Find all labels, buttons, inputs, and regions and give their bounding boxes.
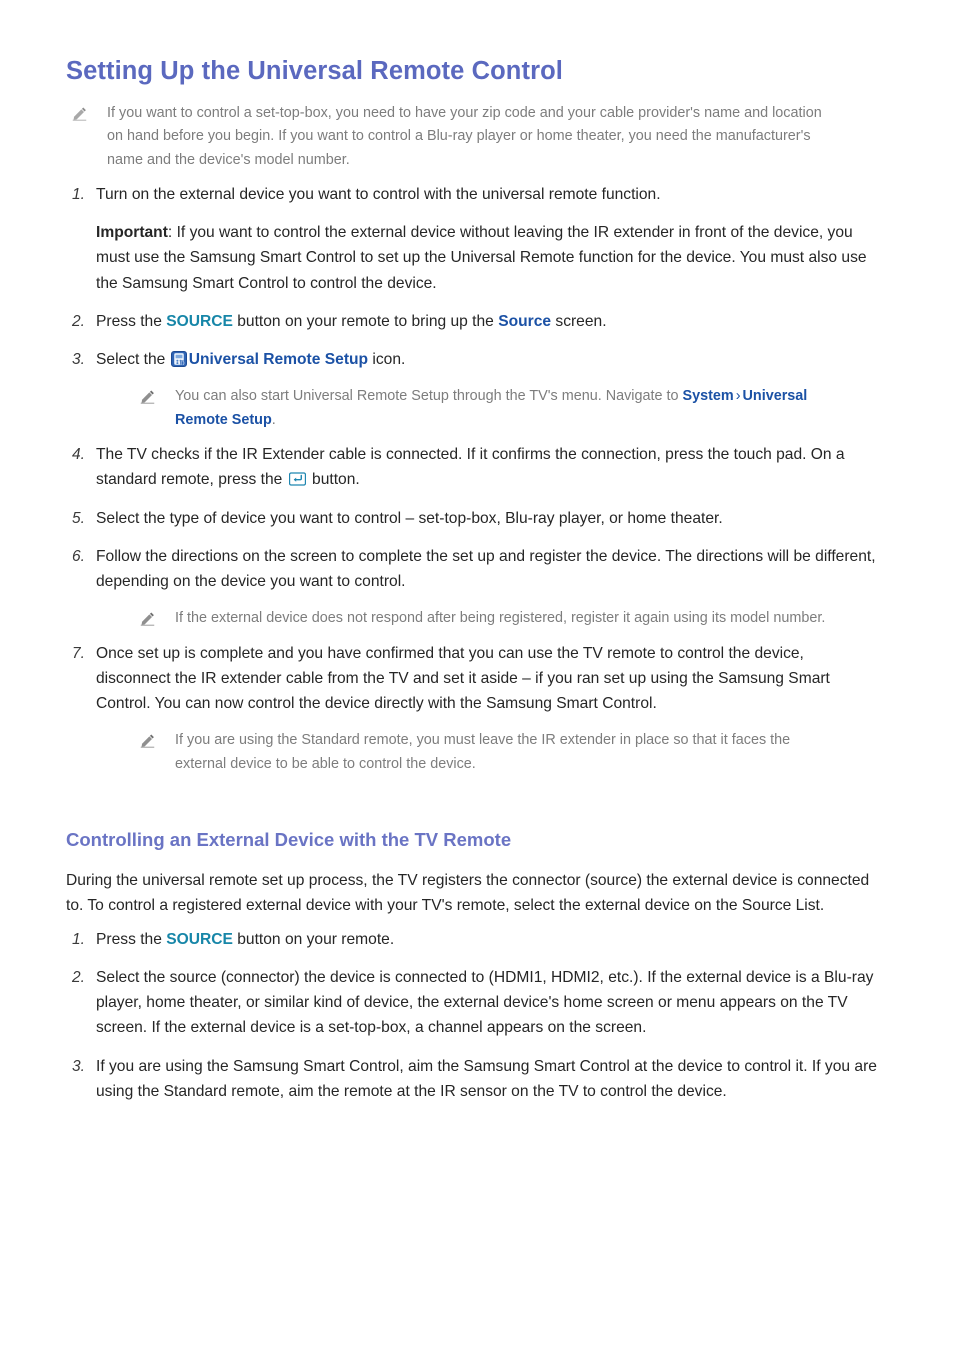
step2-pre: Press the [96, 312, 167, 330]
menu-path-separator: › [735, 388, 741, 405]
step6-note: If the external device does not respond … [66, 607, 888, 630]
enter-key-icon [288, 469, 306, 486]
step2-post: screen. [551, 312, 607, 330]
step6-text: Follow the directions on the screen to c… [96, 547, 876, 591]
step1-important: Important: If you want to control the ex… [96, 220, 880, 296]
menu-path-system[interactable]: System [683, 388, 734, 404]
section2-intro: During the universal remote set up proce… [66, 872, 870, 915]
intro-note-text: If you want to control a set-top-box, yo… [107, 104, 822, 168]
step7-text: Once set up is complete and you have con… [96, 644, 830, 713]
list-item-step-3: 3. Select the Universal Remote Setup ico… [66, 347, 888, 372]
step-number: 7. [72, 644, 85, 662]
section2-step3-text: If you are using the Samsung Smart Contr… [96, 1057, 877, 1100]
step4-post: button. [307, 471, 360, 489]
important-text: : If you want to control the external de… [96, 224, 867, 292]
page-title: Setting Up the Universal Remote Control [66, 57, 563, 85]
step3-note: You can also start Universal Remote Setu… [66, 385, 888, 432]
step-body: Turn on the external device you want to … [96, 182, 888, 296]
step-number: 3. [72, 1057, 85, 1075]
step-number: 4. [72, 446, 85, 464]
step-body: Follow the directions on the screen to c… [96, 544, 888, 595]
step3-pre: Select the [96, 351, 170, 369]
list-item-step-4: 4. The TV checks if the IR Extender cabl… [66, 442, 888, 493]
step-body: Press the SOURCE button on your remote. [96, 927, 888, 952]
list-item-step-2: 2. Press the SOURCE button on your remot… [66, 309, 888, 334]
main-steps-list: 1. Turn on the external device you want … [66, 182, 888, 776]
universal-remote-setup-icon [170, 350, 187, 368]
section2-step2-text: Select the source (connector) the device… [96, 968, 874, 1037]
step-number: 1. [72, 185, 85, 203]
step-body: Select the source (connector) the device… [96, 965, 888, 1041]
step3-note-post: . [271, 411, 276, 428]
step2-mid: button on your remote to bring up the [232, 312, 499, 330]
step3-note-pre: You can also start Universal Remote Setu… [175, 388, 683, 405]
step-number: 1. [72, 930, 85, 948]
section2-step1-pre: Press the [96, 930, 167, 948]
step-number: 6. [72, 547, 85, 565]
step4-pre: The TV checks if the IR Extender cable i… [96, 446, 845, 489]
step-body: The TV checks if the IR Extender cable i… [96, 442, 888, 493]
section2-list-item-step-2: 2. Select the source (connector) the dev… [66, 965, 888, 1041]
section2-step1-text: Press the SOURCE button on your remote. [96, 927, 880, 952]
step7-note-text: If you are using the Standard remote, yo… [175, 732, 791, 772]
source-screen-link[interactable]: Source [498, 313, 551, 330]
pencil-icon [140, 733, 155, 749]
step3-text: Select the Universal Remote Setup icon. [96, 347, 880, 372]
section2-list-item-step-3: 3. If you are using the Samsung Smart Co… [66, 1054, 888, 1105]
step-body: Select the type of device you want to co… [96, 506, 888, 531]
intro-note: If you want to control a set-top-box, yo… [66, 102, 888, 172]
pencil-icon [140, 389, 155, 405]
list-item-step-1: 1. Turn on the external device you want … [66, 182, 888, 296]
list-item-step-5: 5. Select the type of device you want to… [66, 506, 888, 531]
step-body: Once set up is complete and you have con… [96, 641, 888, 717]
universal-remote-setup-link[interactable]: Universal Remote Setup [189, 351, 368, 368]
step1-text: Turn on the external device you want to … [96, 185, 661, 203]
pencil-icon [72, 106, 87, 121]
step5-text: Select the type of device you want to co… [96, 509, 723, 527]
step3-post: icon. [368, 351, 406, 369]
step-body: Select the Universal Remote Setup icon. [96, 347, 888, 372]
step4-text: The TV checks if the IR Extender cable i… [96, 442, 880, 493]
list-item-step-6: 6. Follow the directions on the screen t… [66, 544, 888, 595]
section2-steps-list: 1. Press the SOURCE button on your remot… [66, 927, 888, 1105]
step-number: 3. [72, 351, 85, 369]
pencil-icon [140, 611, 155, 626]
list-item-step-7: 7. Once set up is complete and you have … [66, 641, 888, 717]
source-key-label: SOURCE [166, 312, 233, 330]
important-label: Important [96, 224, 168, 242]
document-page: Setting Up the Universal Remote Control … [0, 0, 954, 1350]
step-number: 2. [72, 312, 85, 330]
step3-note-text: You can also start Universal Remote Setu… [175, 385, 840, 432]
section2-step1-post: button on your remote. [232, 930, 395, 948]
step-body: Press the SOURCE button on your remote t… [96, 309, 888, 334]
step6-note-text: If the external device does not respond … [175, 610, 826, 627]
section-heading-controlling-external-device: Controlling an External Device with the … [66, 829, 512, 850]
step7-note: If you are using the Standard remote, yo… [66, 729, 888, 776]
step-number: 2. [72, 968, 85, 986]
step-body: If you are using the Samsung Smart Contr… [96, 1054, 888, 1105]
source-key-label: SOURCE [166, 930, 233, 948]
section2-list-item-step-1: 1. Press the SOURCE button on your remot… [66, 927, 888, 952]
step2-text: Press the SOURCE button on your remote t… [96, 309, 880, 334]
step-number: 5. [72, 509, 85, 527]
